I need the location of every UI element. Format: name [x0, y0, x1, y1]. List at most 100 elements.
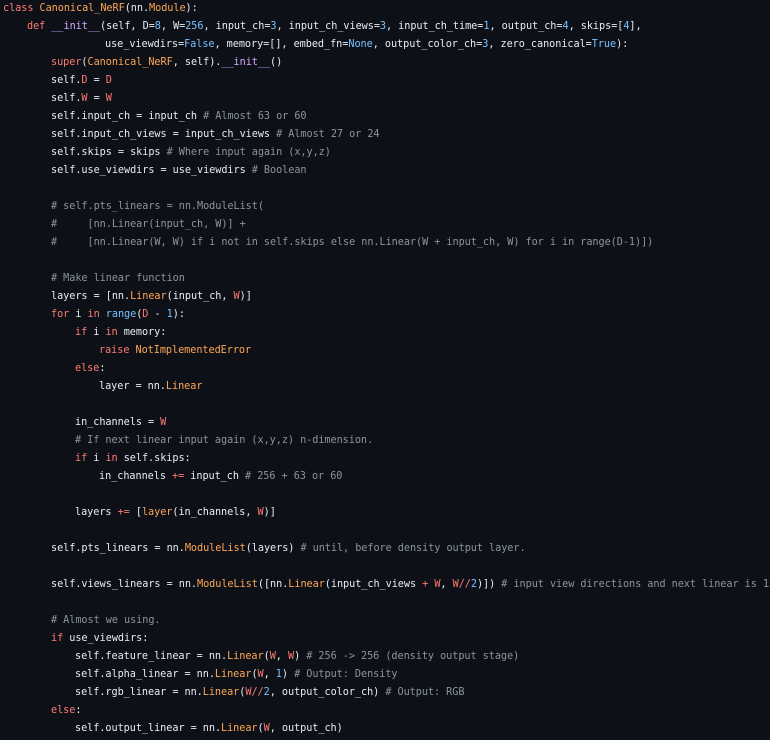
code-token: # [nn.Linear(input_ch, W)] + — [51, 219, 246, 230]
code-editor[interactable]: class Canonical_NeRF(nn.Module): def __in… — [0, 0, 770, 740]
code-token: range — [105, 309, 137, 320]
code-token: self.input_ch = input_ch — [51, 111, 204, 122]
code-token: , — [263, 669, 276, 680]
code-line: # [nn.Linear(input_ch, W)] + — [51, 216, 246, 234]
code-token: layers — [75, 507, 118, 518]
code-token: # Make linear function — [51, 273, 185, 284]
code-line: self.input_ch = input_ch # Almost 63 or … — [51, 108, 307, 126]
code-token: , self). — [172, 57, 222, 68]
code-token: , output_color_ch= — [372, 39, 483, 50]
code-line: layers = [nn.Linear(input_ch, W)] — [51, 288, 252, 306]
code-line: super(Canonical_NeRF, self).__init__() — [51, 54, 282, 72]
code-token: self.rgb_linear = nn. — [75, 687, 203, 698]
code-line: # If next linear input again (x,y,z) n-d… — [75, 432, 373, 450]
code-line: self.views_linears = nn.ModuleList([nn.L… — [51, 576, 770, 594]
code-token: def — [27, 21, 52, 32]
code-line: self.feature_linear = nn.Linear(W, W) # … — [75, 648, 519, 666]
code-token: layers = [nn. — [51, 291, 131, 302]
code-token: # Almost we using. — [51, 615, 161, 626]
code-token: , input_ch= — [203, 21, 271, 32]
code-token: ], — [629, 21, 642, 32]
code-token: += — [172, 471, 185, 482]
code-token: False — [184, 39, 215, 50]
code-line: self.W = W — [51, 90, 112, 108]
code-token: NotImplementedError — [135, 345, 252, 356]
code-line: self.pts_linears = nn.ModuleList(layers)… — [51, 540, 526, 558]
code-token: ModuleList — [197, 579, 258, 590]
code-line: else: — [51, 702, 81, 720]
code-token: # Almost 63 or 60 — [203, 111, 307, 122]
code-token: D — [105, 75, 112, 86]
code-token: )]) — [476, 579, 502, 590]
code-line: # [nn.Linear(W, W) if i not in self.skip… — [51, 234, 653, 252]
code-line: # self.pts_linears = nn.ModuleList( — [51, 198, 264, 216]
code-token: W — [160, 417, 167, 428]
code-token: i — [75, 309, 88, 320]
code-token: layer = nn. — [99, 381, 166, 392]
code-token: self. — [51, 75, 82, 86]
code-token: [ — [129, 507, 142, 518]
code-token: __init__ — [51, 21, 101, 32]
code-line: raise NotImplementedError — [99, 342, 251, 360]
code-token: True — [591, 39, 617, 50]
code-line: in_channels += input_ch # 256 + 63 or 60 — [99, 468, 342, 486]
code-token: layer — [141, 507, 173, 518]
code-token: ([nn. — [257, 579, 289, 590]
code-token: # Almost 27 or 24 — [276, 129, 380, 140]
code-token: # input view directions and next linear … — [501, 579, 770, 590]
code-token: # Boolean — [251, 165, 307, 176]
code-token: # If next linear input again (x,y,z) n-d… — [75, 435, 374, 446]
code-token: # 256 -> 256 (density output stage) — [306, 651, 520, 662]
code-token: = — [87, 93, 106, 104]
code-token: i — [93, 453, 106, 464]
code-token: // — [458, 579, 471, 590]
code-line: self.skips = skips # Where input again (… — [51, 144, 331, 162]
code-token: ): — [185, 3, 198, 14]
code-token: self.output_linear = nn. — [75, 723, 222, 734]
code-token: , output_ch= — [489, 21, 563, 32]
code-token: None — [348, 39, 373, 50]
code-token: self.skips = skips — [51, 147, 167, 158]
code-token: Canonical_NeRF — [87, 57, 173, 68]
code-token: - — [148, 309, 167, 320]
code-token: : — [75, 705, 82, 716]
code-token: Linear — [227, 651, 264, 662]
code-token: , skips=[ — [568, 21, 624, 32]
code-token: # self.pts_linears = nn.ModuleList( — [51, 201, 264, 212]
code-token: // — [251, 687, 264, 698]
code-token: use_viewdirs= — [105, 39, 185, 50]
code-token: Module — [149, 3, 186, 14]
code-token: for — [51, 309, 76, 320]
code-token: ) — [281, 669, 295, 680]
code-token: ModuleList — [184, 543, 246, 554]
code-token: if — [75, 453, 94, 464]
code-token: (layers) — [245, 543, 301, 554]
code-line: use_viewdirs=False, memory=[], embed_fn=… — [105, 36, 628, 54]
code-token: (input_ch_views — [324, 579, 423, 590]
code-line: self.alpha_linear = nn.Linear(W, 1) # Ou… — [75, 666, 398, 684]
code-token: self. — [51, 93, 82, 104]
code-token: self.input_ch_views = input_ch_views — [51, 129, 277, 140]
code-token: ): — [616, 39, 629, 50]
code-token: : — [99, 363, 106, 374]
code-token: else — [51, 705, 76, 716]
code-line: if use_viewdirs: — [51, 630, 148, 648]
code-line: self.output_linear = nn.Linear(W, output… — [75, 720, 343, 738]
code-token: # Output: RGB — [385, 687, 465, 698]
code-token: # until, before density output layer. — [300, 543, 526, 554]
code-line: in_channels = W — [75, 414, 166, 432]
code-token: i — [93, 327, 106, 338]
code-line: for i in range(D - 1): — [51, 306, 185, 324]
code-token: , input_ch_views= — [276, 21, 380, 32]
code-token: , output_ch) — [269, 723, 343, 734]
code-token: Linear — [130, 291, 167, 302]
code-line: # Make linear function — [51, 270, 185, 288]
code-line: self.rgb_linear = nn.Linear(W//2, output… — [75, 684, 464, 702]
code-token: , zero_canonical= — [488, 39, 592, 50]
code-token: , — [275, 651, 288, 662]
code-line: self.use_viewdirs = use_viewdirs # Boole… — [51, 162, 307, 180]
code-token: (nn. — [124, 3, 150, 14]
code-token: += — [117, 507, 130, 518]
code-line: else: — [75, 360, 105, 378]
code-token: in — [105, 453, 124, 464]
